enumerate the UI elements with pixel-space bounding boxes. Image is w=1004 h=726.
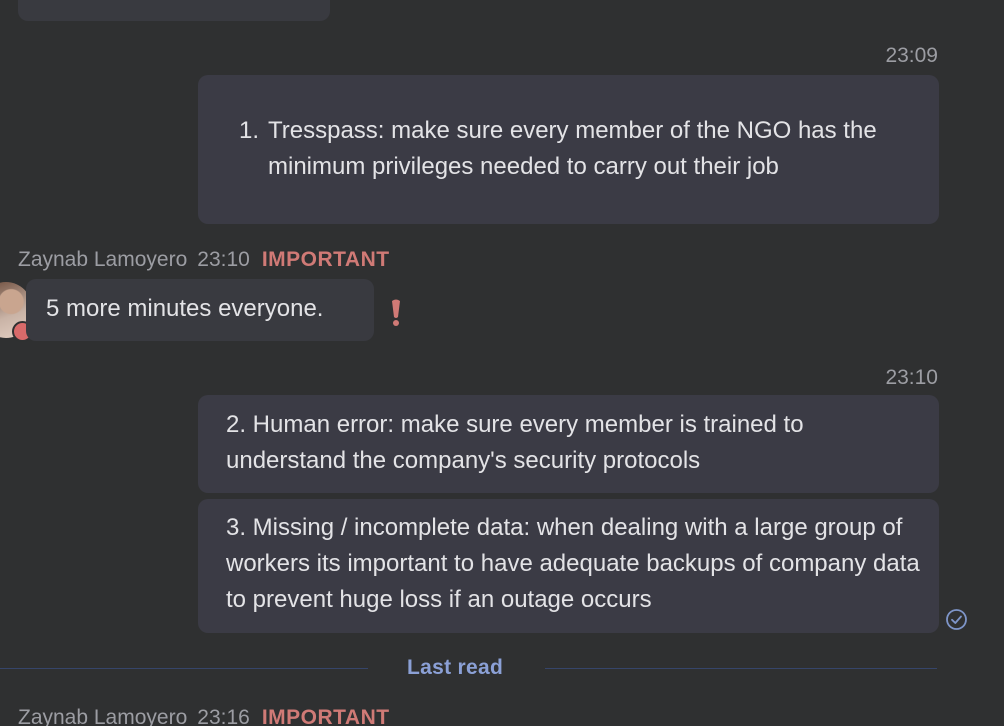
message-text: 3. Missing / incomplete data: when deali… — [226, 514, 920, 613]
last-read-label: Last read — [407, 656, 504, 679]
check-circle-icon — [946, 609, 967, 630]
divider-line — [545, 668, 937, 669]
message-bubble[interactable]: 3. Missing / incomplete data: when deali… — [198, 499, 939, 633]
list-item-text: Tresspass: make sure every member of the… — [268, 117, 877, 180]
important-label: IMPORTANT — [261, 248, 390, 271]
chat-view: 23:09 1. Tresspass: make sure every memb… — [0, 0, 1004, 726]
message-text: 2. Human error: make sure every member i… — [226, 411, 804, 474]
exclamation-icon — [392, 299, 400, 326]
message-timestamp: 23:10 — [885, 366, 938, 389]
sender-name[interactable]: Zaynab Lamoyero — [18, 248, 187, 271]
message-bubble[interactable]: 1. Tresspass: make sure every member of … — [198, 75, 939, 224]
message-timestamp: 23:16 — [197, 706, 250, 726]
message-text: 1. Tresspass: make sure every member of … — [239, 113, 908, 185]
divider-line — [0, 668, 368, 669]
important-label: IMPORTANT — [261, 706, 390, 726]
message-header: Zaynab Lamoyero 23:16 IMPORTANT — [18, 706, 390, 726]
sender-name[interactable]: Zaynab Lamoyero — [18, 706, 187, 726]
list-number: 1. — [239, 117, 260, 144]
message-bubble[interactable]: 2. Human error: make sure every member i… — [198, 395, 939, 493]
message-timestamp: 23:10 — [197, 248, 250, 271]
message-bubble-previous[interactable] — [18, 0, 330, 21]
message-bubble[interactable]: 5 more minutes everyone. — [26, 279, 374, 341]
message-header: Zaynab Lamoyero 23:10 IMPORTANT — [18, 248, 390, 272]
message-timestamp: 23:09 — [885, 44, 938, 67]
message-text: 5 more minutes everyone. — [46, 295, 324, 322]
